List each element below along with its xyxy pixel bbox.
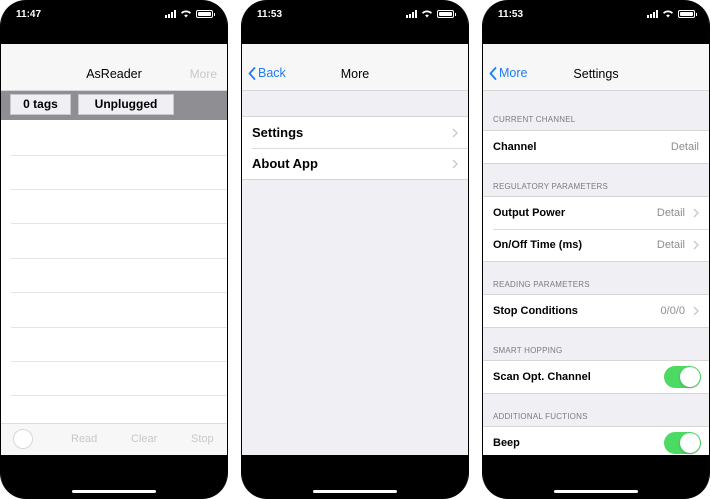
wifi-icon [181, 10, 191, 18]
section-header-reading: READING PARAMETERS [493, 280, 590, 289]
home-indicator[interactable] [72, 490, 156, 493]
section-header-regulatory: REGULATORY PARAMETERS [493, 182, 609, 191]
more-menu-list: Settings About App [242, 116, 468, 180]
clear-button[interactable]: Clear [131, 433, 157, 445]
wifi-icon [422, 10, 432, 18]
navigation-bar: AsReader More [1, 44, 227, 91]
stop-button[interactable]: Stop [191, 433, 214, 445]
toggle-knob [680, 367, 700, 387]
section-header-smart-hopping: SMART HOPPING [493, 346, 563, 355]
notch [533, 0, 659, 20]
phone-asreader: 11:47 AsReader More 0 tags Unplugged Rea… [0, 0, 228, 499]
signal-icon [647, 9, 658, 18]
phone-settings: 11:53 More Settings CURRENT CHANNEL Chan… [482, 0, 710, 499]
about-app-row[interactable]: About App [242, 148, 468, 179]
list-separator [11, 258, 227, 259]
home-indicator[interactable] [554, 490, 638, 493]
channel-row[interactable]: Channel Detail [483, 131, 709, 163]
signal-icon [406, 9, 417, 18]
settings-screen: 11:53 More Settings CURRENT CHANNEL Chan… [483, 0, 709, 499]
regulatory-group: Output Power Detail On/Off Time (ms) Det… [483, 196, 709, 262]
row-label: Stop Conditions [493, 305, 578, 317]
disclosure-chevron-icon [693, 208, 699, 218]
scan-opt-channel-row: Scan Opt. Channel [483, 361, 709, 393]
status-time: 11:53 [498, 9, 524, 20]
status-bar: 11:47 [1, 0, 227, 44]
more-button[interactable]: More [190, 67, 217, 81]
beep-toggle[interactable] [664, 432, 701, 454]
row-detail: Detail [656, 239, 685, 251]
home-indicator-area [242, 455, 468, 499]
tag-list[interactable] [1, 120, 227, 423]
battery-icon [437, 9, 456, 18]
status-bar: 11:53 [242, 0, 468, 44]
row-detail: Detail [656, 207, 685, 219]
output-power-row[interactable]: Output Power Detail [483, 197, 709, 229]
read-button[interactable]: Read [71, 433, 97, 445]
battery-icon [678, 9, 697, 18]
smart-hopping-group: Scan Opt. Channel [483, 360, 709, 394]
battery-icon [196, 9, 215, 18]
section-header-additional: ADDITIONAL FUCTIONS [493, 412, 588, 421]
home-indicator-area [483, 455, 709, 499]
row-label: Scan Opt. Channel [493, 371, 591, 383]
on-off-time-row[interactable]: On/Off Time (ms) Detail [483, 229, 709, 261]
status-icons [647, 9, 697, 18]
section-header-current-channel: CURRENT CHANNEL [493, 115, 576, 124]
reading-group: Stop Conditions 0/0/0 [483, 294, 709, 328]
disclosure-chevron-icon [693, 306, 699, 316]
row-label: Channel [493, 141, 537, 153]
row-label: Settings [252, 125, 304, 140]
settings-row[interactable]: Settings [242, 117, 468, 148]
list-separator [11, 223, 227, 224]
bottom-toolbar: Read Clear Stop [1, 423, 227, 455]
phone-more: 11:53 Back More Settings About App [241, 0, 469, 499]
asreader-screen: 11:47 AsReader More 0 tags Unplugged Rea… [1, 0, 227, 499]
notch [292, 0, 418, 20]
row-label: About App [252, 156, 318, 171]
list-separator [11, 395, 227, 396]
home-indicator-area [1, 455, 227, 499]
tag-count-label: 0 tags [10, 94, 71, 115]
tag-status-bar: 0 tags Unplugged [1, 91, 227, 120]
signal-icon [165, 9, 176, 18]
more-screen: 11:53 Back More Settings About App [242, 0, 468, 499]
status-icons [165, 9, 215, 18]
home-indicator[interactable] [313, 490, 397, 493]
navigation-bar: Back More [242, 44, 468, 91]
scan-opt-channel-toggle[interactable] [664, 366, 701, 388]
row-label: Output Power [493, 207, 566, 219]
navigation-bar: More Settings [483, 44, 709, 91]
notch [51, 0, 177, 20]
status-bar: 11:53 [483, 0, 709, 44]
toggle-knob [680, 433, 700, 453]
list-separator [11, 327, 227, 328]
stop-conditions-row[interactable]: Stop Conditions 0/0/0 [483, 295, 709, 327]
trigger-indicator [13, 429, 33, 449]
status-icons [406, 9, 456, 18]
disclosure-chevron-icon [693, 240, 699, 250]
row-detail: Detail [670, 141, 699, 153]
row-label: On/Off Time (ms) [493, 239, 583, 251]
current-channel-group: Channel Detail [483, 130, 709, 164]
nav-title: Settings [573, 67, 619, 81]
status-time: 11:47 [16, 9, 42, 20]
row-label: Beep [493, 437, 520, 449]
wifi-icon [663, 10, 673, 18]
nav-title: More [340, 67, 370, 81]
list-separator [11, 292, 227, 293]
status-time: 11:53 [257, 9, 283, 20]
disclosure-chevron-icon [452, 159, 458, 168]
list-separator [11, 361, 227, 362]
list-separator [11, 189, 227, 190]
disclosure-chevron-icon [452, 128, 458, 137]
row-detail: 0/0/0 [660, 305, 685, 317]
connection-status-label: Unplugged [78, 94, 174, 115]
list-separator [11, 155, 227, 156]
